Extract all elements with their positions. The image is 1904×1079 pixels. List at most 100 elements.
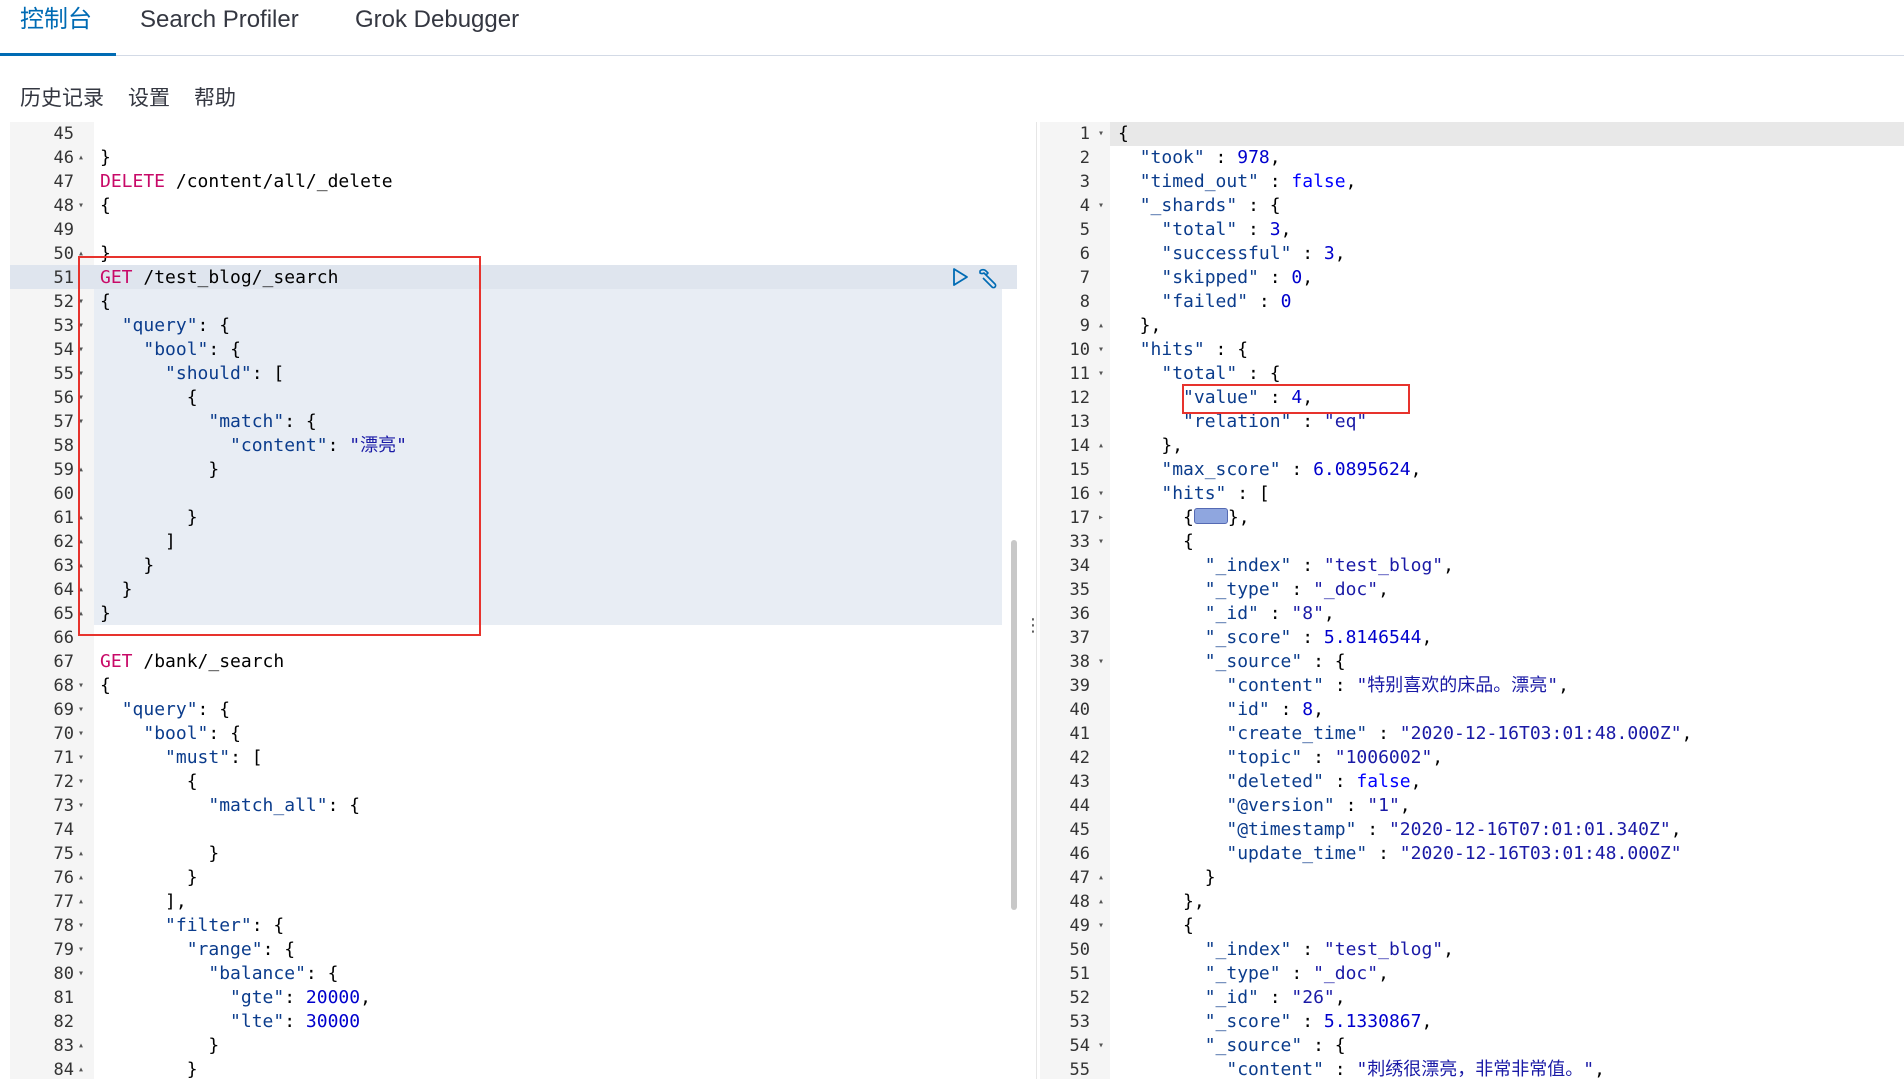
code-line[interactable]: "failed" : 0 bbox=[1118, 290, 1291, 314]
code-line[interactable]: } bbox=[100, 506, 198, 530]
request-editor-scrollbar[interactable] bbox=[1011, 540, 1017, 910]
code-line[interactable]: "update_time" : "2020-12-16T03:01:48.000… bbox=[1118, 842, 1681, 866]
code-line[interactable]: } bbox=[100, 242, 111, 266]
fold-open-icon[interactable]: ▾ bbox=[78, 194, 84, 218]
code-line[interactable]: "total" : { bbox=[1118, 362, 1280, 386]
code-line[interactable]: "hits" : { bbox=[1118, 338, 1248, 362]
code-line[interactable]: "total" : 3, bbox=[1118, 218, 1291, 242]
fold-open-icon[interactable]: ▾ bbox=[78, 410, 84, 434]
code-line[interactable]: "max_score" : 6.0895624, bbox=[1118, 458, 1421, 482]
settings-link[interactable]: 设置 bbox=[128, 82, 170, 112]
fold-open-icon[interactable]: ▾ bbox=[1098, 530, 1104, 554]
fold-open-icon[interactable]: ▾ bbox=[78, 938, 84, 962]
fold-close-icon[interactable]: ▴ bbox=[78, 1058, 84, 1079]
fold-open-icon[interactable]: ▾ bbox=[78, 386, 84, 410]
fold-open-icon[interactable]: ▾ bbox=[78, 962, 84, 986]
code-line[interactable]: { bbox=[100, 194, 111, 218]
code-line[interactable]: "_type" : "_doc", bbox=[1118, 962, 1389, 986]
fold-close-icon[interactable]: ▴ bbox=[1098, 314, 1104, 338]
code-line[interactable]: "content": "漂亮" bbox=[100, 434, 407, 458]
fold-open-icon[interactable]: ▾ bbox=[78, 914, 84, 938]
tab-console[interactable]: 控制台 bbox=[0, 0, 116, 56]
code-line[interactable]: } bbox=[100, 1034, 219, 1058]
fold-expand-icon[interactable]: ▸ bbox=[1098, 506, 1104, 530]
code-line[interactable]: "_shards" : { bbox=[1118, 194, 1281, 218]
code-line[interactable]: "_score" : 5.1330867, bbox=[1118, 1010, 1433, 1034]
code-line[interactable]: "value" : 4, bbox=[1118, 386, 1313, 410]
code-line[interactable]: { bbox=[100, 386, 198, 410]
fold-open-icon[interactable]: ▾ bbox=[78, 362, 84, 386]
fold-open-icon[interactable]: ▾ bbox=[78, 722, 84, 746]
code-line[interactable]: "content" : "刺绣很漂亮，非常非常值。", bbox=[1118, 1058, 1605, 1079]
code-line[interactable]: } bbox=[100, 1058, 198, 1079]
code-line[interactable]: } bbox=[100, 554, 154, 578]
code-line[interactable]: {}, bbox=[1118, 506, 1250, 530]
fold-open-icon[interactable]: ▾ bbox=[1098, 482, 1104, 506]
fold-open-icon[interactable]: ▾ bbox=[78, 746, 84, 770]
fold-close-icon[interactable]: ▴ bbox=[78, 1034, 84, 1058]
play-icon[interactable] bbox=[950, 267, 970, 287]
fold-open-icon[interactable]: ▾ bbox=[1098, 338, 1104, 362]
code-line[interactable]: "hits" : [ bbox=[1118, 482, 1269, 506]
response-editor[interactable]: 1 ▾{2 "took" : 978, 3 "timed_out" : false,… bbox=[1040, 122, 1904, 1079]
fold-open-icon[interactable]: ▾ bbox=[78, 314, 84, 338]
code-line[interactable]: }, bbox=[1118, 890, 1205, 914]
code-line[interactable]: DELETE /content/all/_delete bbox=[100, 170, 393, 194]
fold-close-icon[interactable]: ▴ bbox=[78, 842, 84, 866]
history-link[interactable]: 历史记录 bbox=[20, 82, 104, 112]
code-line[interactable]: { bbox=[100, 674, 111, 698]
fold-close-icon[interactable]: ▴ bbox=[78, 602, 84, 626]
code-line[interactable]: GET /bank/_search bbox=[100, 650, 284, 674]
code-line[interactable]: "deleted" : false, bbox=[1118, 770, 1421, 794]
code-line[interactable]: "match_all": { bbox=[100, 794, 360, 818]
code-line[interactable]: "lte": 30000 bbox=[100, 1010, 360, 1034]
fold-close-icon[interactable]: ▴ bbox=[78, 530, 84, 554]
code-line[interactable]: "must": [ bbox=[100, 746, 263, 770]
code-line[interactable]: { bbox=[1118, 122, 1129, 146]
fold-open-icon[interactable]: ▾ bbox=[78, 794, 84, 818]
code-line[interactable]: { bbox=[100, 770, 198, 794]
fold-close-icon[interactable]: ▴ bbox=[78, 866, 84, 890]
fold-close-icon[interactable]: ▴ bbox=[78, 146, 84, 170]
fold-open-icon[interactable]: ▾ bbox=[78, 770, 84, 794]
code-line[interactable]: { bbox=[100, 290, 111, 314]
code-line[interactable]: } bbox=[100, 146, 111, 170]
code-line[interactable]: "_index" : "test_blog", bbox=[1118, 938, 1454, 962]
fold-close-icon[interactable]: ▴ bbox=[78, 506, 84, 530]
code-line[interactable]: "_index" : "test_blog", bbox=[1118, 554, 1454, 578]
code-line[interactable]: "@version" : "1", bbox=[1118, 794, 1410, 818]
code-line[interactable]: } bbox=[100, 578, 133, 602]
code-line[interactable]: "relation" : "eq" bbox=[1118, 410, 1367, 434]
code-line[interactable]: GET /test_blog/_search bbox=[100, 266, 338, 290]
fold-open-icon[interactable]: ▾ bbox=[1098, 194, 1104, 218]
code-line[interactable]: "@timestamp" : "2020-12-16T07:01:01.340Z… bbox=[1118, 818, 1681, 842]
code-line[interactable]: } bbox=[1118, 866, 1216, 890]
fold-close-icon[interactable]: ▴ bbox=[1098, 866, 1104, 890]
code-line[interactable]: "id" : 8, bbox=[1118, 698, 1324, 722]
code-line[interactable]: "_source" : { bbox=[1118, 1034, 1346, 1058]
code-line[interactable]: } bbox=[100, 866, 198, 890]
code-line[interactable]: "_source" : { bbox=[1118, 650, 1346, 674]
code-line[interactable]: "range": { bbox=[100, 938, 295, 962]
code-line[interactable]: { bbox=[1118, 530, 1194, 554]
code-line[interactable]: } bbox=[100, 458, 219, 482]
code-line[interactable]: "bool": { bbox=[100, 722, 241, 746]
code-line[interactable]: { bbox=[1118, 914, 1194, 938]
code-line[interactable]: }, bbox=[1118, 314, 1162, 338]
fold-open-icon[interactable]: ▾ bbox=[78, 290, 84, 314]
code-line[interactable]: "_score" : 5.8146544, bbox=[1118, 626, 1433, 650]
code-line[interactable]: "_id" : "26", bbox=[1118, 986, 1346, 1010]
resize-handle[interactable]: ⋮ bbox=[1024, 616, 1042, 634]
collapsed-object-marker[interactable] bbox=[1193, 508, 1228, 524]
code-line[interactable]: } bbox=[100, 842, 219, 866]
fold-open-icon[interactable]: ▾ bbox=[1098, 650, 1104, 674]
code-line[interactable]: "filter": { bbox=[100, 914, 284, 938]
code-line[interactable]: "timed_out" : false, bbox=[1118, 170, 1357, 194]
code-line[interactable]: "query": { bbox=[100, 314, 230, 338]
code-line[interactable]: "bool": { bbox=[100, 338, 241, 362]
fold-open-icon[interactable]: ▾ bbox=[1098, 122, 1104, 146]
tab-search-profiler[interactable]: Search Profiler bbox=[140, 0, 299, 56]
code-line[interactable]: "skipped" : 0, bbox=[1118, 266, 1313, 290]
code-line[interactable]: "create_time" : "2020-12-16T03:01:48.000… bbox=[1118, 722, 1692, 746]
code-line[interactable]: } bbox=[100, 602, 111, 626]
